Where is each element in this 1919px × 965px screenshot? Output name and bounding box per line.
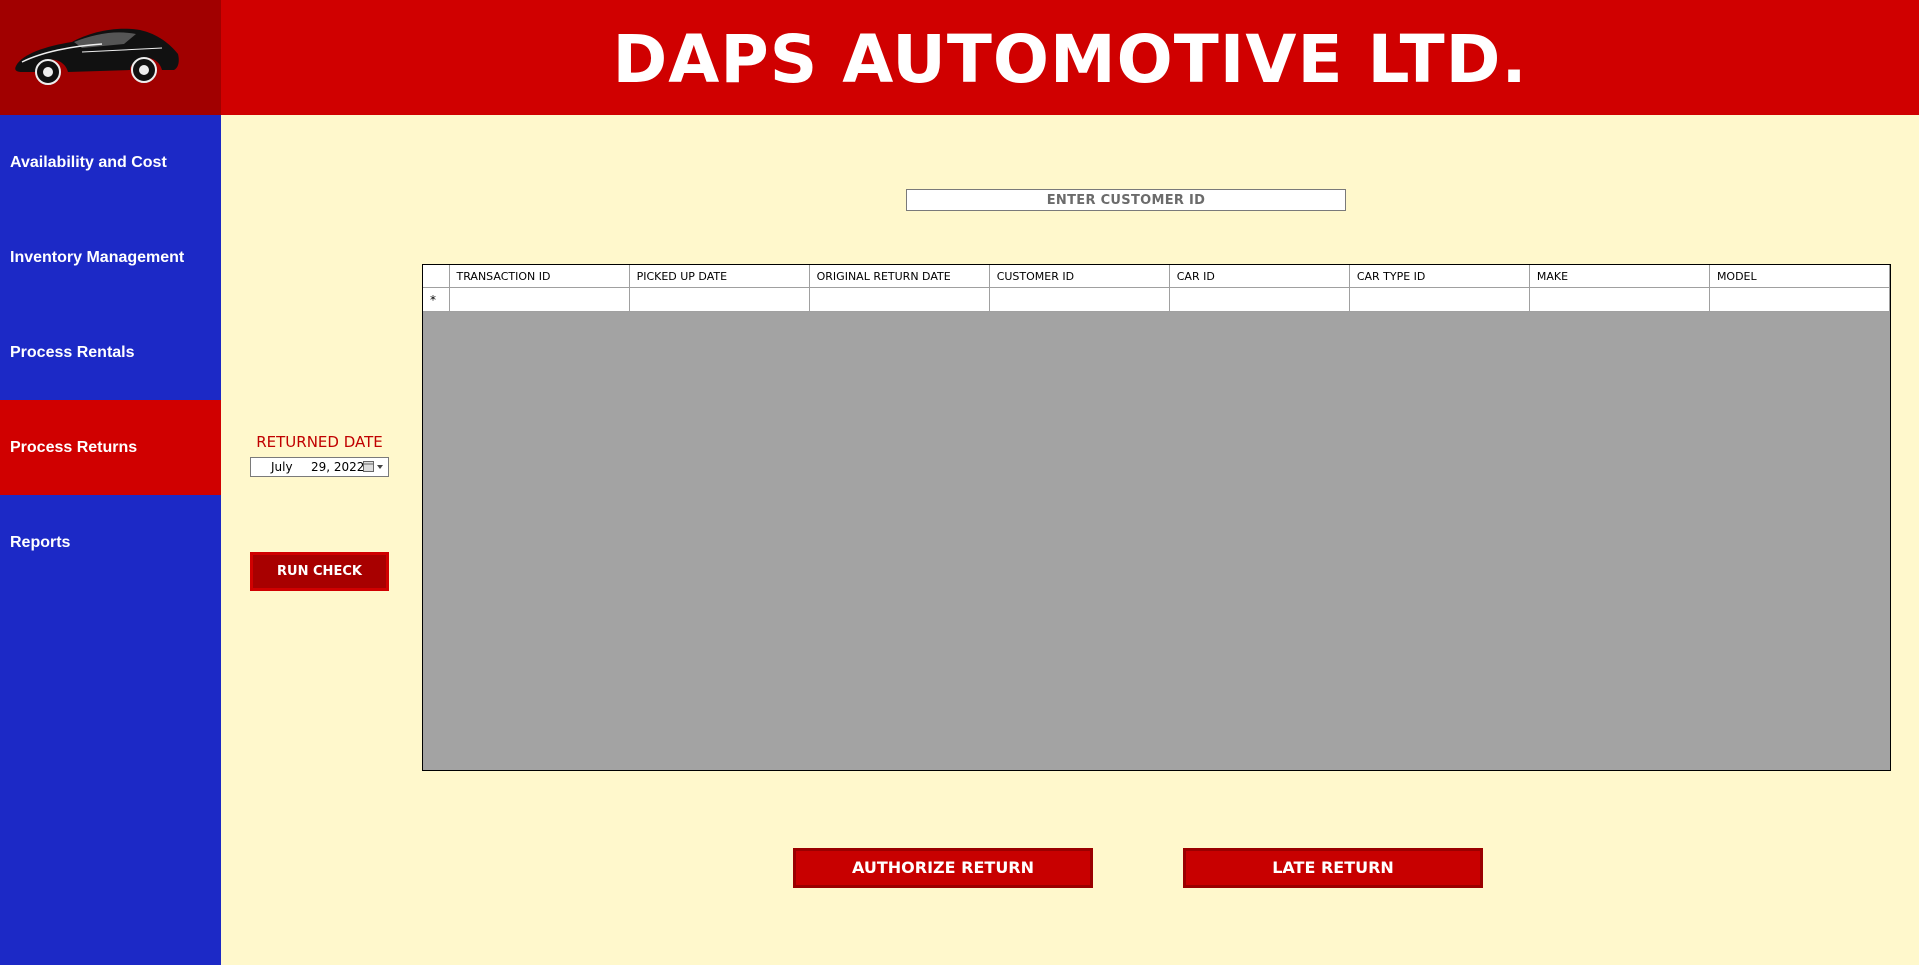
date-month: July bbox=[271, 460, 293, 474]
table-cell[interactable] bbox=[1709, 287, 1891, 312]
table-cell[interactable] bbox=[989, 287, 1170, 312]
customer-id-input[interactable] bbox=[906, 189, 1346, 211]
table-header-row: TRANSACTION ID PICKED UP DATE ORIGINAL R… bbox=[423, 265, 1891, 288]
sidebar-item-process-rentals[interactable]: Process Rentals bbox=[0, 305, 221, 400]
column-header-original-return-date[interactable]: ORIGINAL RETURN DATE bbox=[809, 265, 990, 288]
column-header-transaction-id[interactable]: TRANSACTION ID bbox=[449, 265, 630, 288]
sidebar-item-reports[interactable]: Reports bbox=[0, 495, 221, 590]
column-header-customer-id[interactable]: CUSTOMER ID bbox=[989, 265, 1170, 288]
table-cell[interactable] bbox=[1169, 287, 1350, 312]
app-header: DAPS AUTOMOTIVE LTD. bbox=[221, 0, 1919, 115]
returns-table: TRANSACTION ID PICKED UP DATE ORIGINAL R… bbox=[423, 265, 1891, 312]
run-check-button[interactable]: RUN CHECK bbox=[250, 552, 389, 591]
page-title: DAPS AUTOMOTIVE LTD. bbox=[612, 21, 1528, 98]
column-header-car-type-id[interactable]: CAR TYPE ID bbox=[1349, 265, 1530, 288]
table-cell[interactable] bbox=[449, 287, 630, 312]
new-row-marker: * bbox=[423, 287, 450, 312]
table-cell[interactable] bbox=[629, 287, 810, 312]
table-cell[interactable] bbox=[1529, 287, 1710, 312]
sidebar-item-availability-and-cost[interactable]: Availability and Cost bbox=[0, 115, 221, 210]
table-cell[interactable] bbox=[809, 287, 990, 312]
table-cell[interactable] bbox=[1349, 287, 1530, 312]
late-return-button[interactable]: LATE RETURN bbox=[1183, 848, 1483, 888]
sidebar: Availability and Cost Inventory Manageme… bbox=[0, 115, 221, 965]
sidebar-item-process-returns[interactable]: Process Returns bbox=[0, 400, 221, 495]
table-new-row[interactable]: * bbox=[423, 287, 1891, 312]
returns-data-grid[interactable]: TRANSACTION ID PICKED UP DATE ORIGINAL R… bbox=[422, 264, 1891, 771]
date-day-year: 29, 2022 bbox=[311, 460, 365, 474]
sidebar-item-inventory-management[interactable]: Inventory Management bbox=[0, 210, 221, 305]
column-header-make[interactable]: MAKE bbox=[1529, 265, 1710, 288]
column-header-picked-up-date[interactable]: PICKED UP DATE bbox=[629, 265, 810, 288]
column-header-car-id[interactable]: CAR ID bbox=[1169, 265, 1350, 288]
returned-date-picker[interactable]: July 29, 2022 bbox=[250, 457, 389, 477]
returned-date-label: RETURNED DATE bbox=[256, 433, 383, 451]
authorize-return-button[interactable]: AUTHORIZE RETURN bbox=[793, 848, 1093, 888]
column-header-model[interactable]: MODEL bbox=[1709, 265, 1891, 288]
sports-car-icon bbox=[15, 28, 179, 85]
row-selector-header bbox=[423, 265, 450, 288]
logo bbox=[0, 0, 221, 115]
calendar-dropdown-icon[interactable] bbox=[363, 461, 385, 473]
